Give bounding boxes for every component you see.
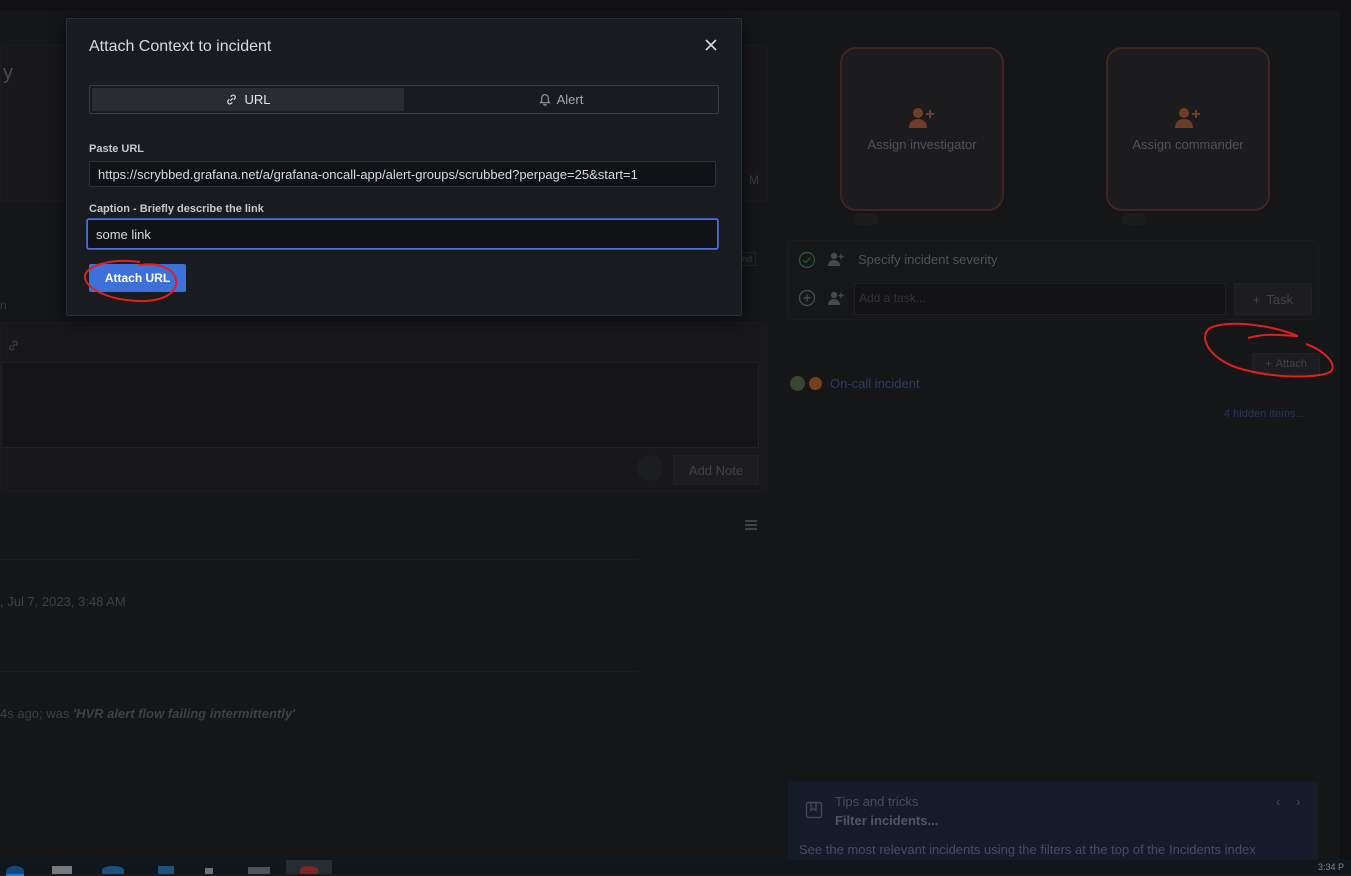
url-field-label: Paste URL [89, 143, 145, 155]
close-icon[interactable] [703, 37, 719, 53]
caption-input[interactable]: some link [87, 219, 718, 249]
attach-url-button[interactable]: Attach URL [89, 264, 186, 292]
attach-url-label: Attach URL [104, 271, 171, 285]
url-input[interactable]: https://scrybbed.grafana.net/a/grafana-o… [89, 161, 716, 187]
attach-type-tabs: URL Alert [89, 85, 719, 114]
link-icon [227, 94, 237, 105]
caption-input-value: some link [96, 227, 151, 242]
caption-field-label: Caption - Briefly describe the link [89, 203, 264, 215]
tab-alert-label: Alert [556, 92, 584, 107]
tab-alert[interactable]: Alert [406, 88, 716, 111]
tab-url[interactable]: URL [92, 88, 404, 111]
modal-title: Attach Context to incident [89, 38, 272, 55]
attach-context-modal: Attach Context to incident URL Alert Pas… [66, 18, 742, 316]
tab-url-label: URL [244, 92, 271, 107]
bell-icon [539, 94, 551, 106]
